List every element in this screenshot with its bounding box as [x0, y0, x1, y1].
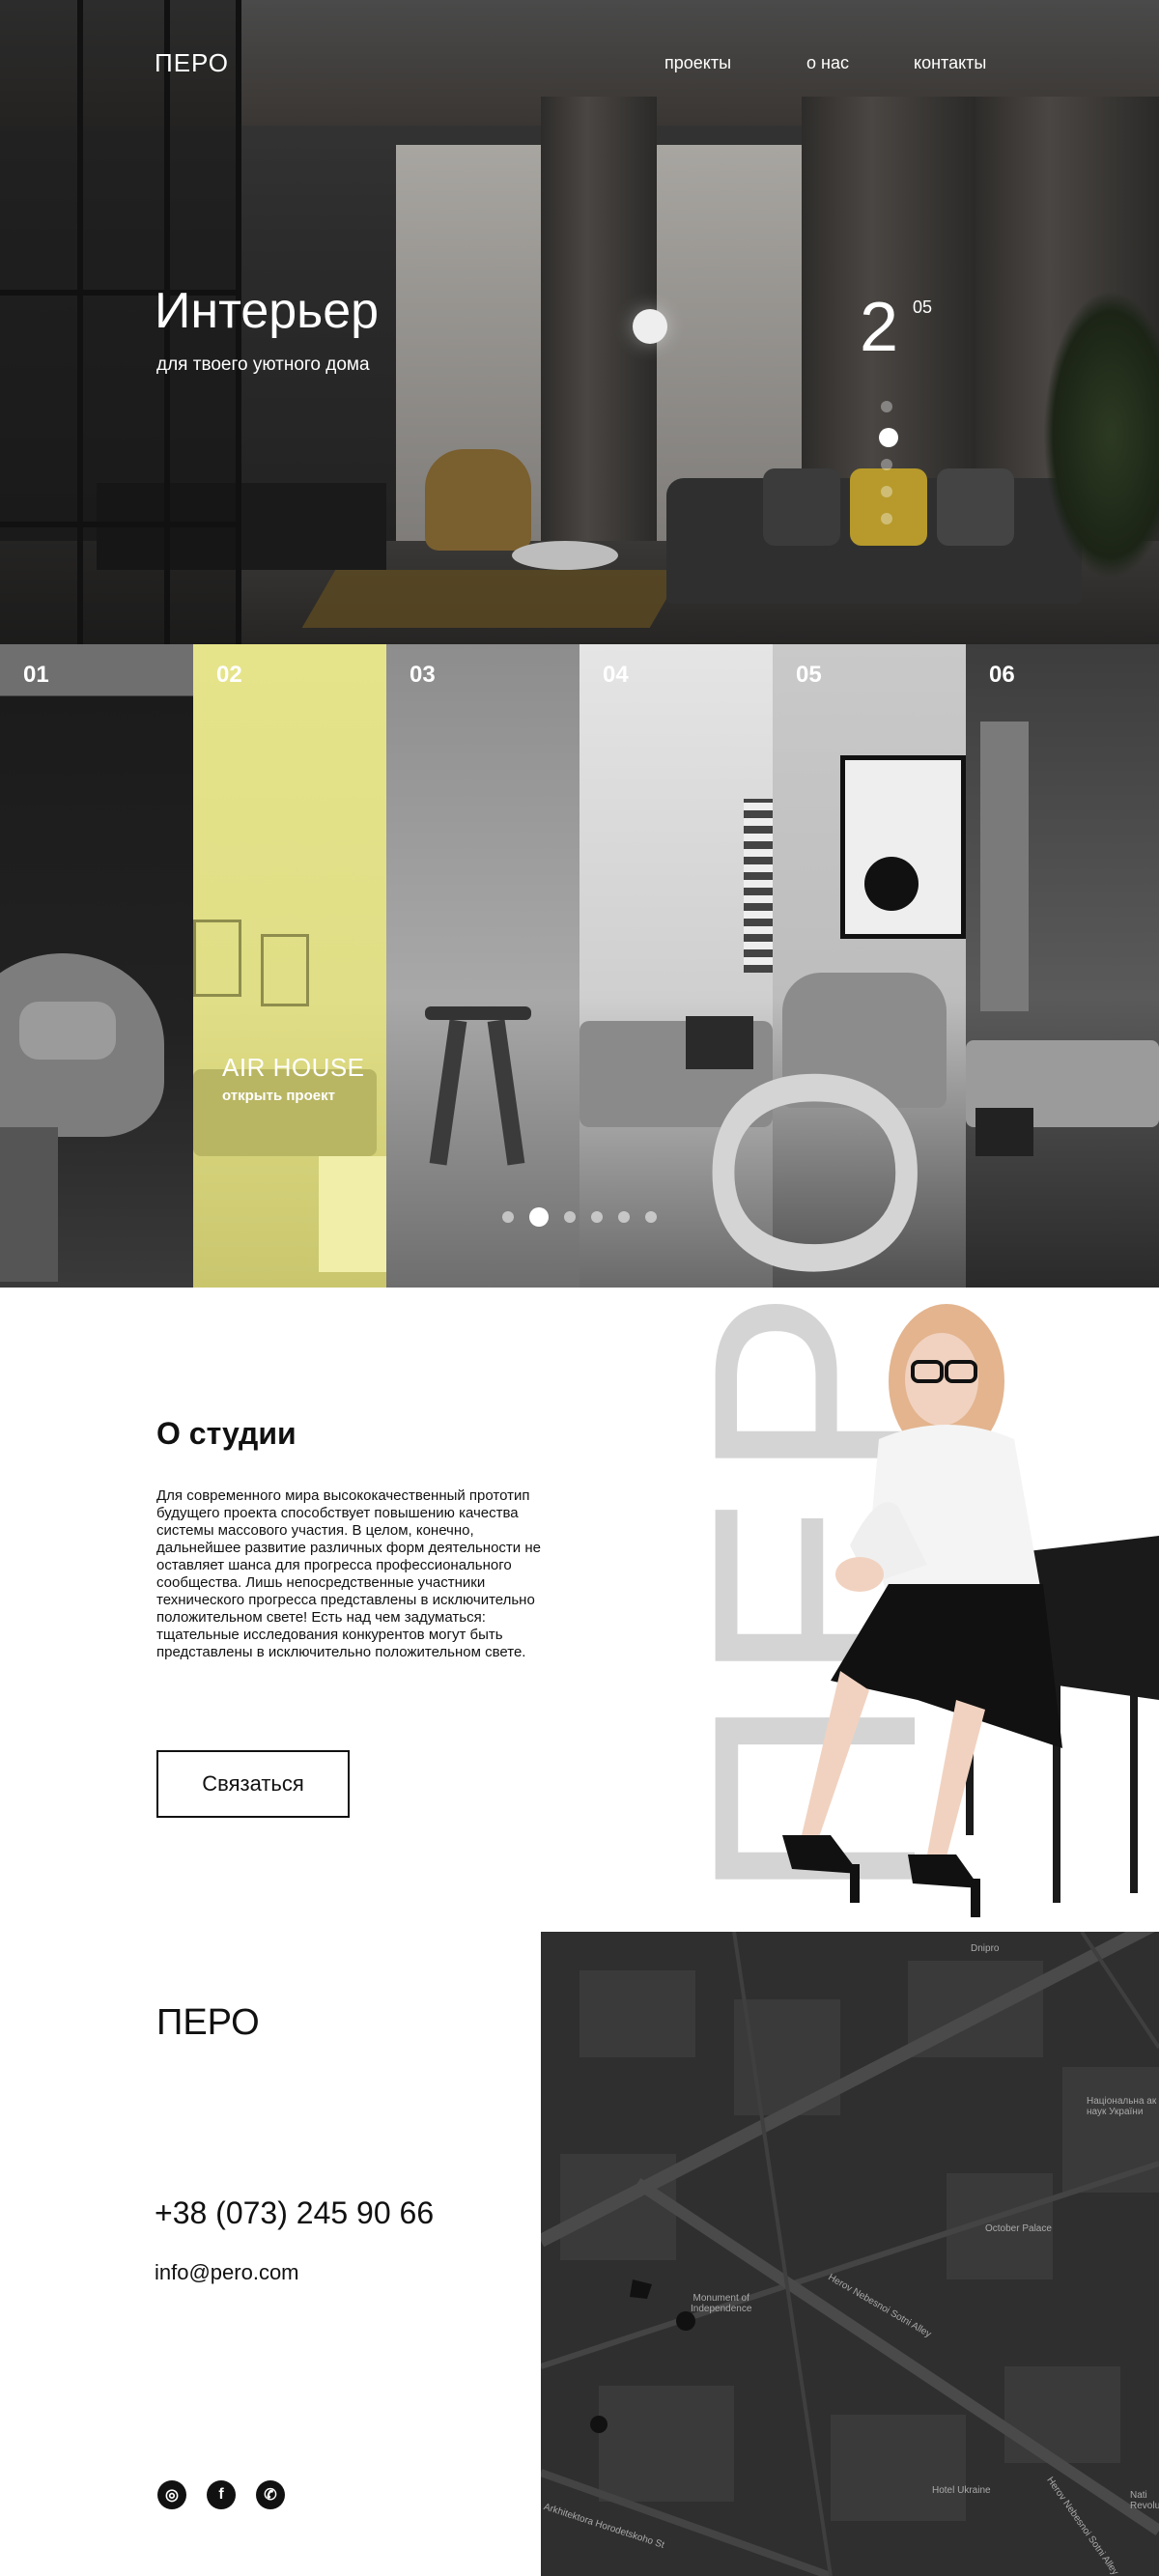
projects-slider-dots: [502, 1207, 657, 1227]
map-label: Nati Revolu: [1130, 2490, 1159, 2511]
hero-section: ПЕРО проекты о нас контакты Интерьер для…: [0, 0, 1159, 644]
project-number: 01: [23, 662, 49, 688]
project-number: 02: [216, 662, 242, 688]
slider-dot[interactable]: [881, 401, 892, 412]
slider-dot[interactable]: [881, 459, 892, 470]
hero-subtitle: для твоего уютного дома: [156, 354, 370, 375]
slider-dot[interactable]: [881, 513, 892, 524]
hero-plant: [1043, 290, 1159, 580]
project-number: 03: [410, 662, 436, 688]
project-number: 05: [796, 662, 822, 688]
instagram-icon[interactable]: ◎: [157, 2480, 186, 2509]
projects-section: 01 02 03 04 05 06: [0, 644, 1159, 1288]
location-map[interactable]: Dnipro Національна ак наук України Octob…: [541, 1932, 1159, 2576]
site-logo[interactable]: ПЕРО: [155, 48, 229, 78]
hero-floor-lamp: [633, 309, 667, 344]
hero-pillow: [937, 468, 1014, 546]
map-label: Monument of Independence: [691, 2293, 752, 2314]
hero-title: Интерьер: [155, 283, 380, 339]
slider-dot[interactable]: [618, 1211, 630, 1223]
map-label: Національна ак наук України: [1087, 2096, 1157, 2117]
hero-slider-dots: [879, 401, 898, 540]
project-title: AIR HOUSE: [222, 1053, 365, 1082]
facebook-icon[interactable]: f: [207, 2480, 236, 2509]
about-title: О студии: [156, 1416, 297, 1451]
project-number: 04: [603, 662, 629, 688]
map-label: Hotel Ukraine: [932, 2485, 991, 2496]
map-streets: [541, 1932, 1159, 2576]
project-panel-02[interactable]: 02: [193, 644, 386, 1288]
hero-curtain: [541, 97, 657, 599]
slider-dot[interactable]: [502, 1211, 514, 1223]
project-number: 06: [989, 662, 1015, 688]
designer-photo: [782, 1304, 1159, 1917]
footer-logo[interactable]: ПЕРО: [156, 2002, 260, 2044]
project-panel-01[interactable]: 01: [0, 644, 193, 1288]
viber-icon[interactable]: ✆: [256, 2480, 285, 2509]
open-project-link[interactable]: открыть проект: [222, 1088, 335, 1104]
hero-armchair: [425, 449, 531, 551]
hero-pillow: [763, 468, 840, 546]
hero-coffee-table: [512, 541, 618, 570]
slider-dot-active[interactable]: [529, 1207, 549, 1227]
slide-counter-total: 05: [913, 297, 933, 317]
slider-dot[interactable]: [881, 486, 892, 497]
map-label: October Palace: [985, 2223, 1052, 2234]
phone-link[interactable]: +38 (073) 245 90 66: [155, 2195, 434, 2231]
slider-dot[interactable]: [591, 1211, 603, 1223]
about-text: Для современного мира высококачественный…: [156, 1487, 541, 1660]
email-link[interactable]: info@pero.com: [155, 2260, 299, 2285]
project-panel-03[interactable]: 03: [386, 644, 580, 1288]
map-label: Dnipro: [971, 1943, 1000, 1954]
nav-contacts[interactable]: контакты: [914, 53, 986, 73]
nav-about[interactable]: о нас: [806, 53, 849, 73]
slide-counter-current: 2: [860, 289, 899, 366]
slider-dot-active[interactable]: [879, 428, 898, 447]
page: ПЕРО проекты о нас контакты Интерьер для…: [0, 0, 1159, 2576]
nav-projects[interactable]: проекты: [664, 53, 731, 73]
project-panel-06[interactable]: 06: [966, 644, 1159, 1288]
slider-dot[interactable]: [564, 1211, 576, 1223]
contact-button[interactable]: Связаться: [156, 1750, 350, 1818]
hero-rug: [301, 570, 684, 628]
